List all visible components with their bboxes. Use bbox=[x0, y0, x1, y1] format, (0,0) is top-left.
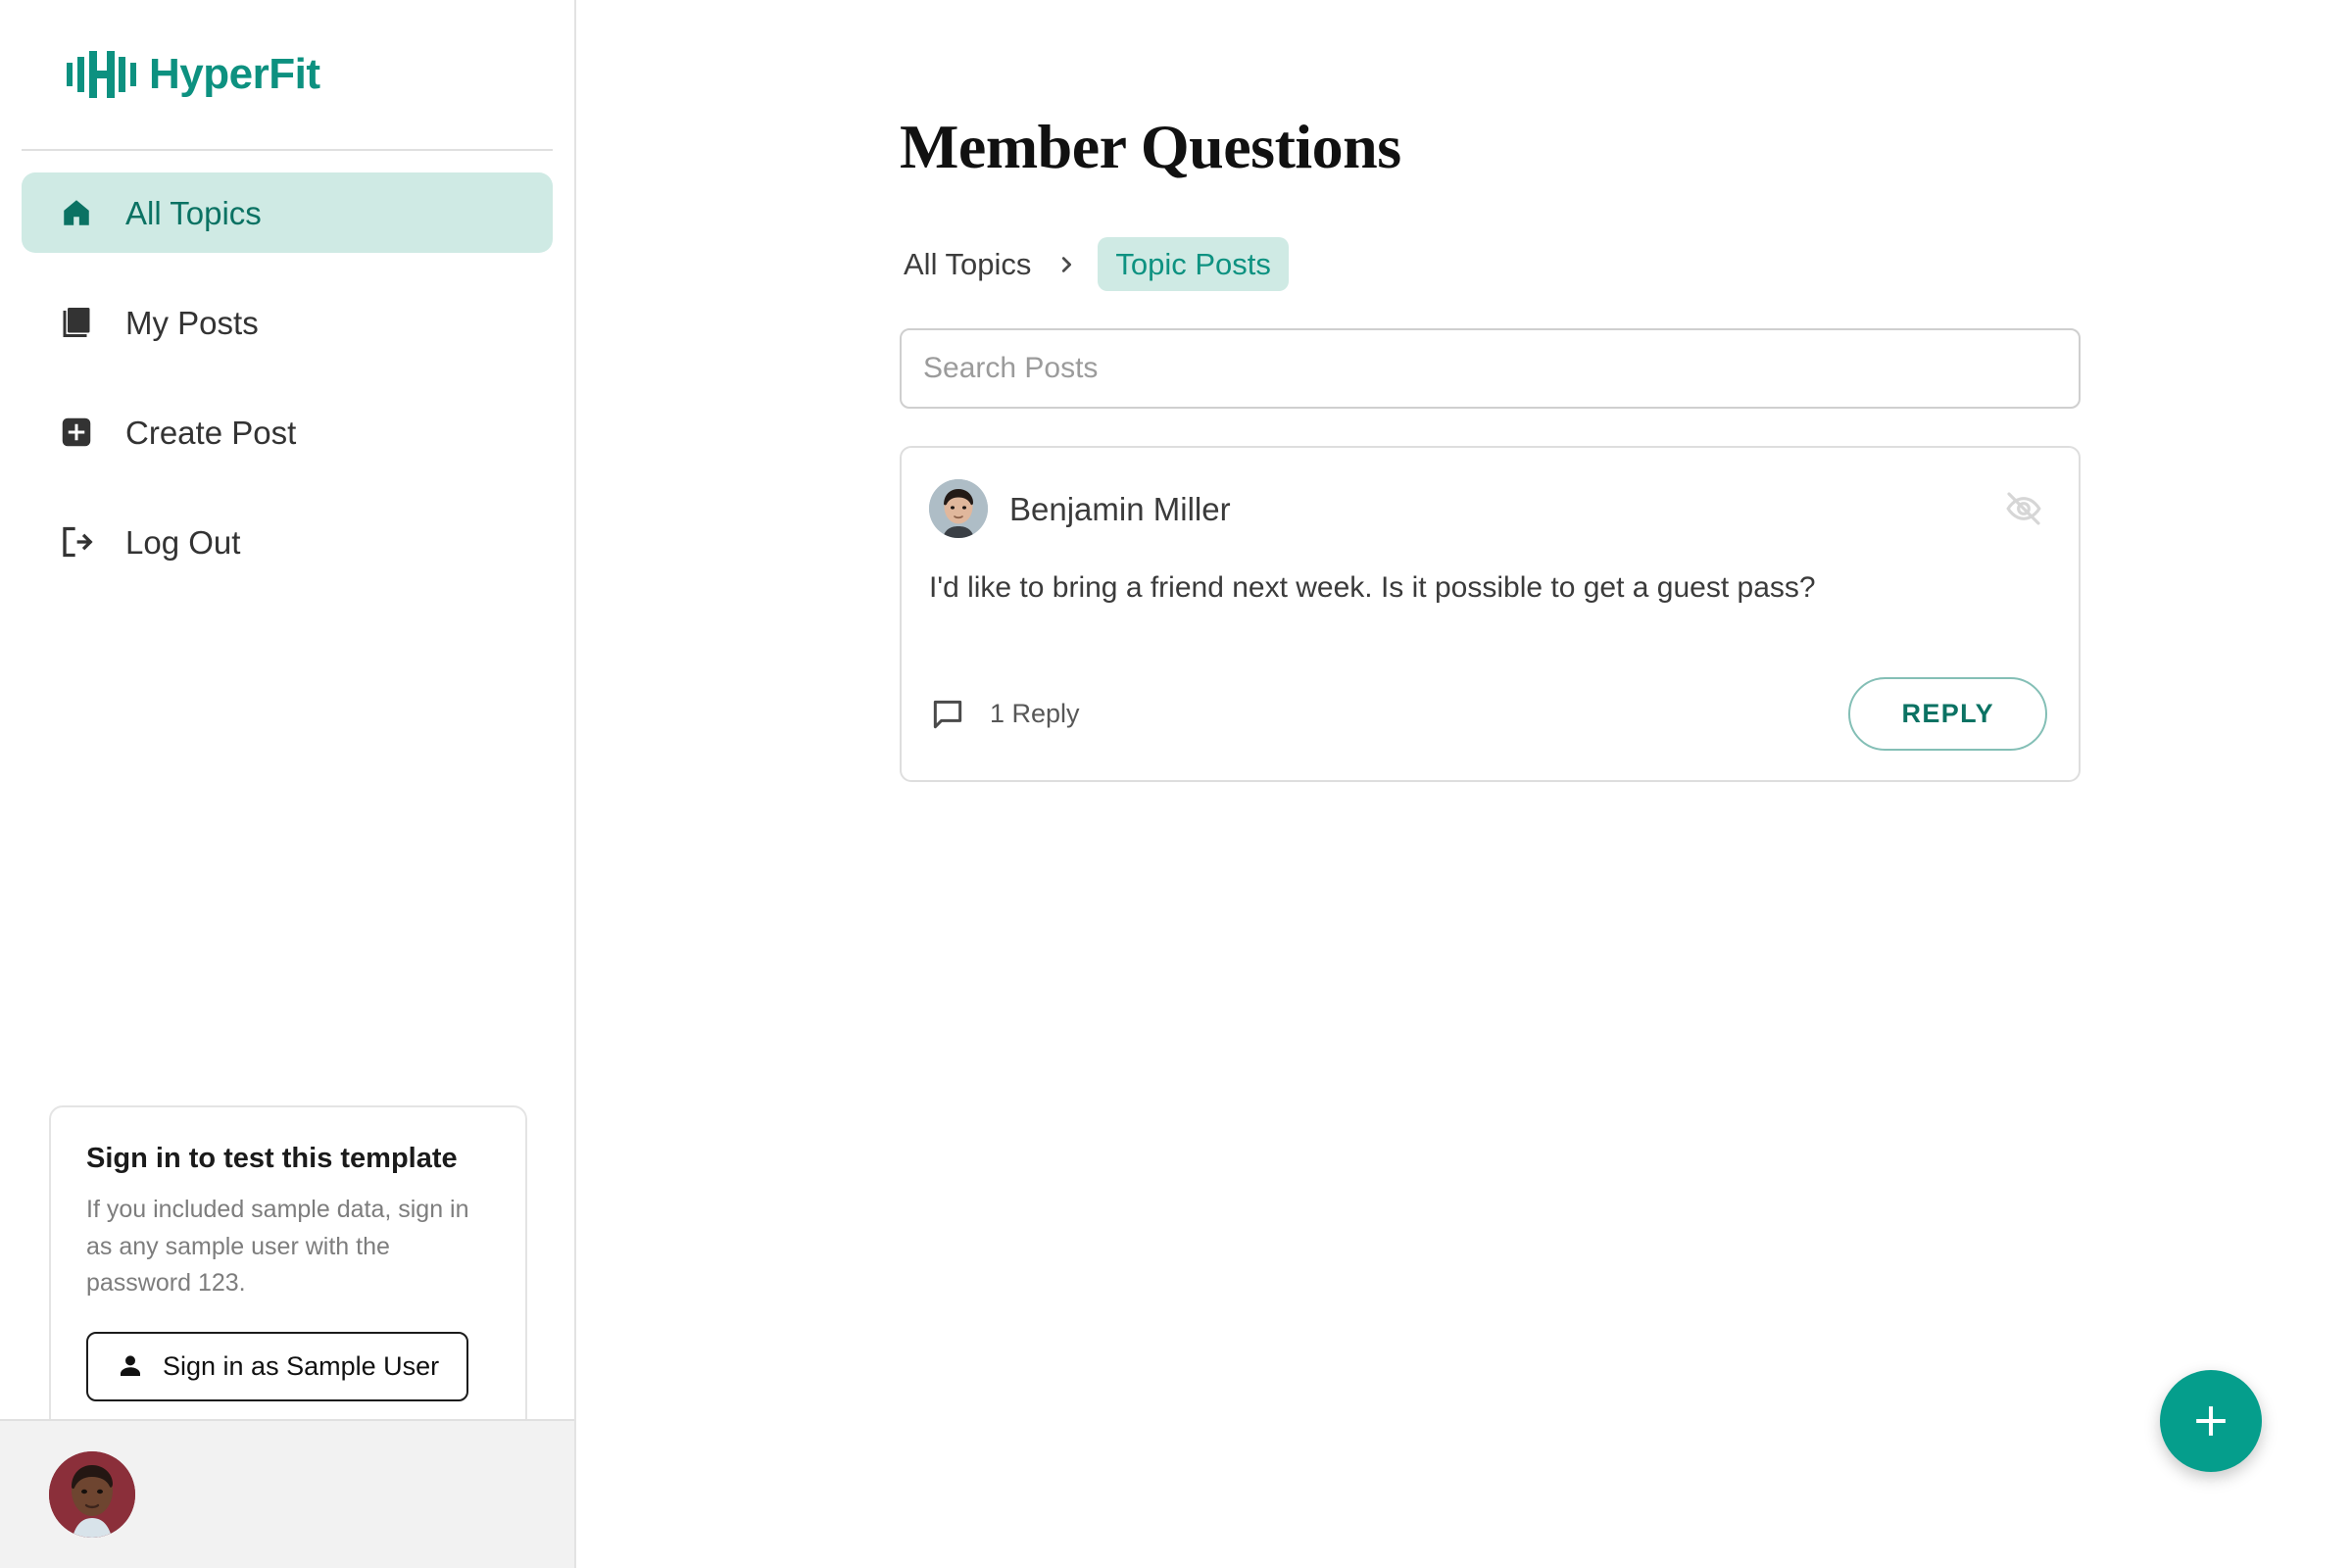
sidebar-nav: All Topics My Posts Create Post Log Out bbox=[0, 151, 574, 612]
brand-name: HyperFit bbox=[149, 50, 320, 98]
sidebar-item-log-out[interactable]: Log Out bbox=[22, 502, 553, 582]
plus-icon bbox=[2189, 1399, 2232, 1443]
sign-in-as-sample-user-button[interactable]: Sign in as Sample User bbox=[86, 1331, 469, 1401]
sidebar-item-label: My Posts bbox=[125, 304, 259, 341]
breadcrumb-item-topic-posts[interactable]: Topic Posts bbox=[1098, 237, 1289, 291]
library-books-icon bbox=[57, 303, 96, 342]
breadcrumb-item-all-topics[interactable]: All Topics bbox=[900, 239, 1035, 289]
post-author-name: Benjamin Miller bbox=[1009, 490, 1231, 527]
current-user-avatar-image bbox=[49, 1451, 135, 1538]
sidebar-item-label: All Topics bbox=[125, 194, 262, 231]
post-footer: 1 Reply REPLY bbox=[929, 677, 2047, 751]
chat-bubble-icon bbox=[929, 696, 966, 733]
signin-card-description: If you included sample data, sign in as … bbox=[86, 1196, 469, 1298]
post-card: Benjamin Miller I'd like to bring a frie… bbox=[900, 446, 2081, 782]
post-author[interactable]: Benjamin Miller bbox=[929, 479, 1231, 538]
search-input[interactable] bbox=[923, 352, 2057, 385]
person-icon bbox=[116, 1351, 145, 1381]
breadcrumb: All Topics Topic Posts bbox=[900, 237, 2352, 291]
main-content: Member Questions All Topics Topic Posts bbox=[576, 0, 2352, 1568]
post-body: I'd like to bring a friend next week. Is… bbox=[929, 571, 1816, 604]
add-box-icon bbox=[57, 413, 96, 452]
brand-logo[interactable]: HyperFit bbox=[0, 0, 574, 149]
home-icon bbox=[57, 193, 96, 232]
app-root: HyperFit All Topics My Posts Create Post… bbox=[0, 0, 2352, 1568]
avatar[interactable] bbox=[49, 1451, 135, 1538]
reply-count[interactable]: 1 Reply bbox=[929, 696, 1080, 733]
sidebar-item-label: Create Post bbox=[125, 414, 297, 451]
sidebar-item-label: Log Out bbox=[125, 523, 241, 561]
signin-test-card: Sign in to test this template If you inc… bbox=[49, 1105, 527, 1437]
post-header: Benjamin Miller bbox=[929, 479, 2047, 538]
eye-off-icon[interactable] bbox=[2000, 485, 2047, 532]
sidebar-footer bbox=[0, 1419, 574, 1568]
sidebar-item-my-posts[interactable]: My Posts bbox=[22, 282, 553, 363]
create-post-fab[interactable] bbox=[2160, 1370, 2262, 1472]
sidebar-item-create-post[interactable]: Create Post bbox=[22, 392, 553, 472]
reply-count-label: 1 Reply bbox=[990, 699, 1080, 728]
chevron-right-icon bbox=[1053, 251, 1080, 278]
signin-card-title: Sign in to test this template bbox=[86, 1143, 458, 1174]
post-author-avatar-image bbox=[929, 479, 988, 538]
logout-icon bbox=[57, 522, 96, 562]
reply-button[interactable]: REPLY bbox=[1848, 677, 2047, 751]
sign-in-button-label: Sign in as Sample User bbox=[163, 1350, 440, 1381]
sidebar: HyperFit All Topics My Posts Create Post… bbox=[0, 0, 576, 1568]
sidebar-item-all-topics[interactable]: All Topics bbox=[22, 172, 553, 253]
barbell-icon bbox=[67, 51, 136, 98]
search-posts-box[interactable] bbox=[900, 328, 2081, 409]
page-title: Member Questions bbox=[900, 112, 1401, 181]
avatar bbox=[929, 479, 988, 538]
